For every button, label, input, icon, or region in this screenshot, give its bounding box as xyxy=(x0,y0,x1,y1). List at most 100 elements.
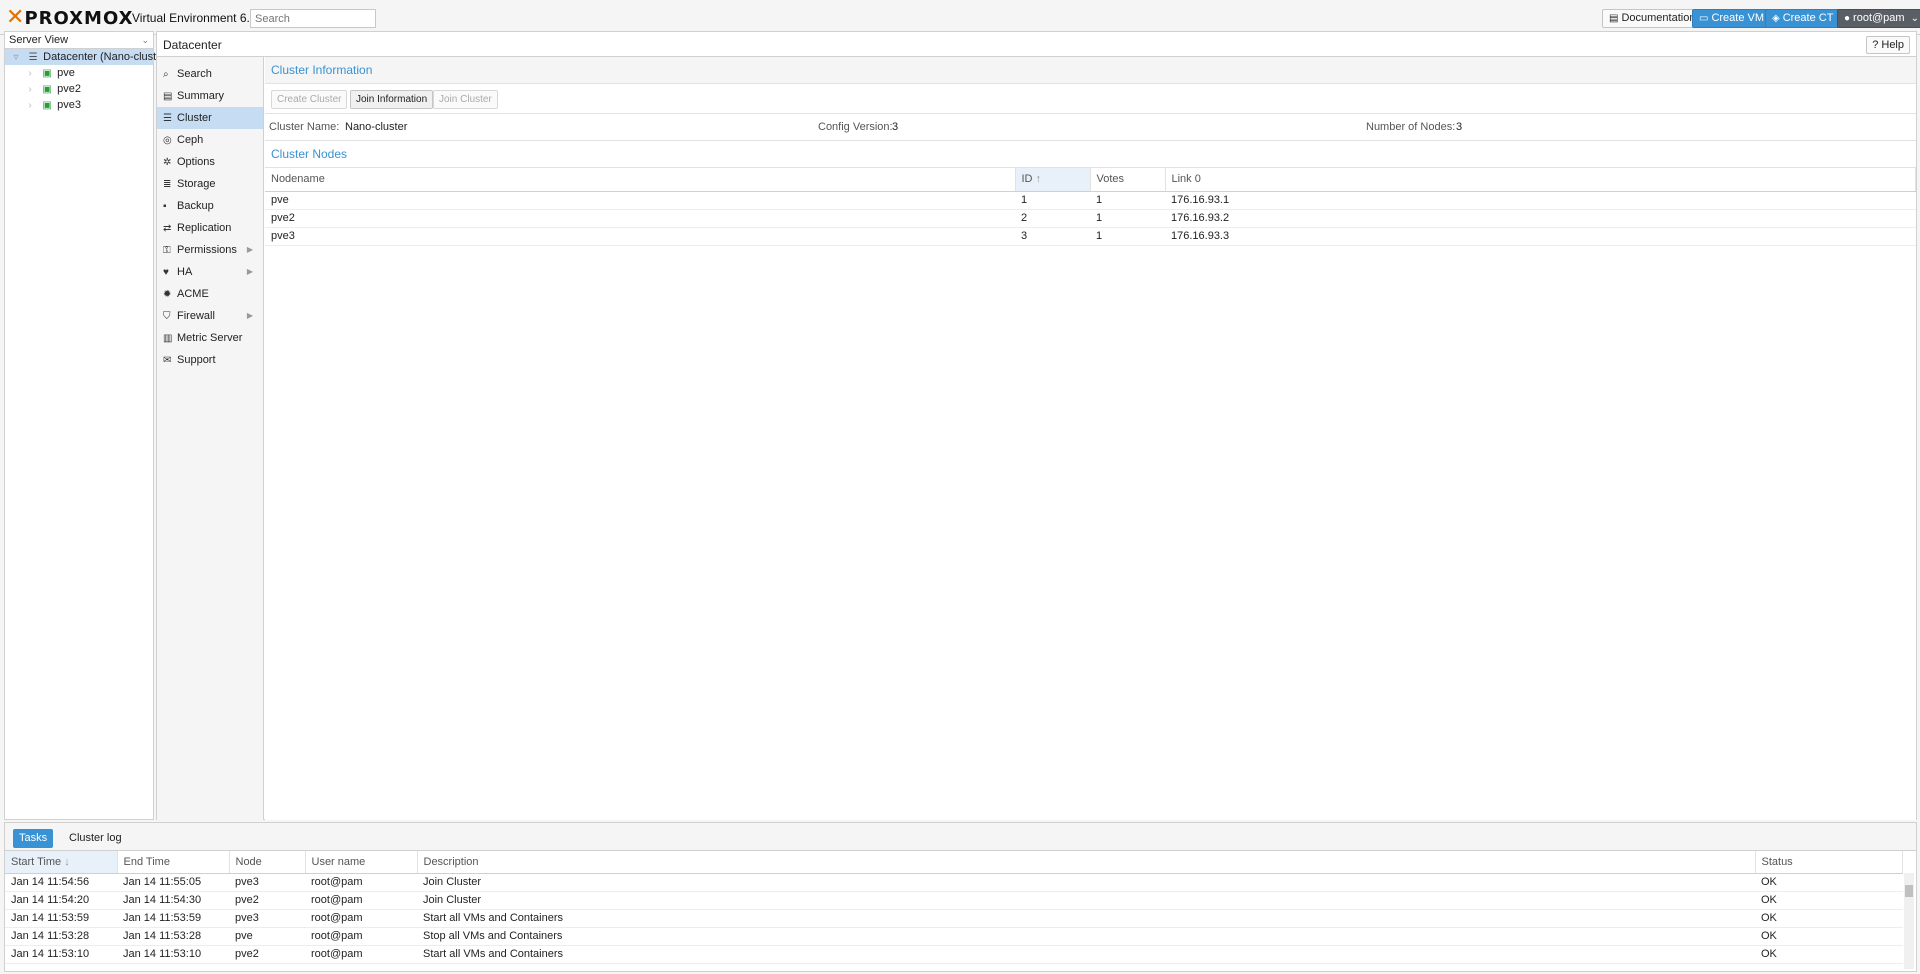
resource-tree: Server View ⌄ ▿ ☰ Datacenter (Nano-clust… xyxy=(4,31,170,820)
cell-link0: 176.16.93.3 xyxy=(1165,227,1916,246)
task-row[interactable]: Jan 14 11:53:28 Jan 14 11:53:28 pve root… xyxy=(5,927,1903,946)
column-votes[interactable]: Votes xyxy=(1090,168,1166,192)
menu-item-acme[interactable]: ✹ ACME xyxy=(157,283,263,305)
menu-item-label: ACME xyxy=(177,288,209,300)
menu-item-label: HA xyxy=(177,266,193,278)
menu-item-cluster[interactable]: ☰ Cluster xyxy=(157,107,263,129)
column-user-name[interactable]: User name xyxy=(305,851,418,874)
menu-item-metric-server[interactable]: ▥ Metric Server xyxy=(157,327,263,349)
cell-start: Jan 14 11:54:20 xyxy=(5,891,117,910)
cell-user: root@pam xyxy=(305,945,417,964)
list-icon: ☰ xyxy=(163,113,172,124)
create-ct-button[interactable]: ◈ Create CT xyxy=(1765,9,1841,28)
chevron-down-icon: ⌄ xyxy=(141,35,149,45)
config-version-value: 3 xyxy=(892,121,899,133)
menu-item-search[interactable]: ⌕ Search xyxy=(157,63,263,85)
cell-start: Jan 14 11:53:28 xyxy=(5,927,117,946)
menu-item-storage[interactable]: ≣ Storage xyxy=(157,173,263,195)
tree-item-pve[interactable]: › ▣ pve xyxy=(5,65,153,81)
column-label: Nodename xyxy=(271,173,325,186)
tree-item-pve2[interactable]: › ▣ pve2 xyxy=(5,81,153,97)
cell-id: 3 xyxy=(1015,227,1090,246)
menu-item-label: Search xyxy=(177,68,212,80)
menu-item-options[interactable]: ✲ Options xyxy=(157,151,263,173)
cell-node: pve xyxy=(229,927,305,946)
cell-description: Join Cluster xyxy=(417,873,1755,892)
unlock-icon: ⚿ xyxy=(163,245,171,256)
create-vm-label: Create VM xyxy=(1711,12,1765,24)
menu-item-firewall[interactable]: ⛉ Firewall ▶ xyxy=(157,305,263,327)
cell-nodename: pve3 xyxy=(265,227,1015,246)
cell-end: Jan 14 11:54:30 xyxy=(117,891,229,910)
table-row[interactable]: pve3 3 1 176.16.93.3 xyxy=(265,227,1916,246)
column-label: Description xyxy=(423,855,479,868)
column-label: Node xyxy=(235,855,262,868)
menu-item-ha[interactable]: ♥ HA ▶ xyxy=(157,261,263,283)
cell-user: root@pam xyxy=(305,891,417,910)
menu-item-summary[interactable]: ▤ Summary xyxy=(157,85,263,107)
help-button[interactable]: ? Help xyxy=(1866,36,1910,54)
column-node[interactable]: Node xyxy=(229,851,306,874)
menu-item-ceph[interactable]: ◎ Ceph xyxy=(157,129,263,151)
tasks-scrollbar[interactable] xyxy=(1904,873,1914,969)
cell-start: Jan 14 11:53:10 xyxy=(5,945,117,964)
tab-cluster-log[interactable]: Cluster log xyxy=(63,829,128,848)
chevron-right-icon: ▶ xyxy=(246,267,253,276)
log-tabs: Tasks Cluster log xyxy=(5,823,1916,851)
task-row[interactable]: Jan 14 11:54:20 Jan 14 11:54:30 pve2 roo… xyxy=(5,891,1903,910)
page-title: Datacenter xyxy=(163,38,222,52)
cell-status: OK xyxy=(1755,873,1903,892)
cell-end: Jan 14 11:53:10 xyxy=(117,945,229,964)
shield-icon: ⛉ xyxy=(163,311,171,322)
join-information-button[interactable]: Join Information xyxy=(350,90,434,109)
cell-votes: 1 xyxy=(1090,209,1165,228)
scrollbar-thumb[interactable] xyxy=(1905,885,1913,897)
table-row[interactable]: pve2 2 1 176.16.93.2 xyxy=(265,209,1916,228)
column-start-time[interactable]: Start Time ↓ xyxy=(5,851,118,874)
column-label: ID xyxy=(1021,173,1033,186)
menu-item-label: Ceph xyxy=(177,134,204,146)
tree-item-datacenter[interactable]: ▿ ☰ Datacenter (Nano-cluster) xyxy=(5,49,170,65)
cell-description: Join Cluster xyxy=(417,891,1755,910)
desktop-icon: ▭ xyxy=(1699,13,1709,24)
tree-item-pve3[interactable]: › ▣ pve3 xyxy=(5,97,153,113)
column-status[interactable]: Status xyxy=(1755,851,1903,874)
task-row[interactable]: Jan 14 11:53:10 Jan 14 11:53:10 pve2 roo… xyxy=(5,945,1903,964)
column-id[interactable]: ID ↑ xyxy=(1015,168,1091,192)
tasks-table-wrap: Start Time ↓ End Time Node User name Des… xyxy=(5,851,1903,964)
question-icon: ? xyxy=(1872,39,1879,51)
menu-item-label: Support xyxy=(177,354,216,366)
chevron-right-icon: ▶ xyxy=(246,245,253,254)
task-row[interactable]: Jan 14 11:54:56 Jan 14 11:55:05 pve3 roo… xyxy=(5,873,1903,892)
gear-icon: ✲ xyxy=(163,157,172,168)
search-input[interactable] xyxy=(250,9,376,28)
column-description[interactable]: Description xyxy=(417,851,1756,874)
proxmox-logo[interactable]: ✕ PROXMOX xyxy=(6,7,133,29)
cluster-name-label: Cluster Name: xyxy=(269,121,340,133)
create-cluster-button[interactable]: Create Cluster xyxy=(271,90,348,109)
expand-icon: › xyxy=(28,84,32,95)
menu-item-permissions[interactable]: ⚿ Permissions ▶ xyxy=(157,239,263,261)
table-row[interactable]: pve 1 1 176.16.93.1 xyxy=(265,191,1916,210)
join-cluster-button[interactable]: Join Cluster xyxy=(433,90,498,109)
menu-item-backup[interactable]: ▪ Backup xyxy=(157,195,263,217)
cluster-information-title: Cluster Information xyxy=(265,57,1916,84)
tree-item-label: pve3 xyxy=(57,99,81,111)
cell-status: OK xyxy=(1755,927,1903,946)
menu-item-label: Backup xyxy=(177,200,214,212)
cell-nodename: pve2 xyxy=(265,209,1015,228)
tab-tasks[interactable]: Tasks xyxy=(13,829,54,848)
task-row[interactable]: Jan 14 11:53:59 Jan 14 11:53:59 pve3 roo… xyxy=(5,909,1903,928)
user-menu-button[interactable]: ● root@pam ⌄ xyxy=(1837,9,1920,28)
menu-item-support[interactable]: ✉ Support xyxy=(157,349,263,371)
cell-nodename: pve xyxy=(265,191,1015,210)
book-icon: ▤ xyxy=(163,91,173,102)
menu-item-replication[interactable]: ⇄ Replication xyxy=(157,217,263,239)
create-vm-button[interactable]: ▭ Create VM xyxy=(1692,9,1772,28)
cell-user: root@pam xyxy=(305,909,417,928)
column-end-time[interactable]: End Time xyxy=(117,851,230,874)
column-nodename[interactable]: Nodename xyxy=(265,168,1016,192)
documentation-button[interactable]: ▤ Documentation xyxy=(1602,9,1703,28)
view-selector[interactable]: Server View ⌄ xyxy=(5,32,153,49)
column-link0[interactable]: Link 0 xyxy=(1165,168,1916,192)
